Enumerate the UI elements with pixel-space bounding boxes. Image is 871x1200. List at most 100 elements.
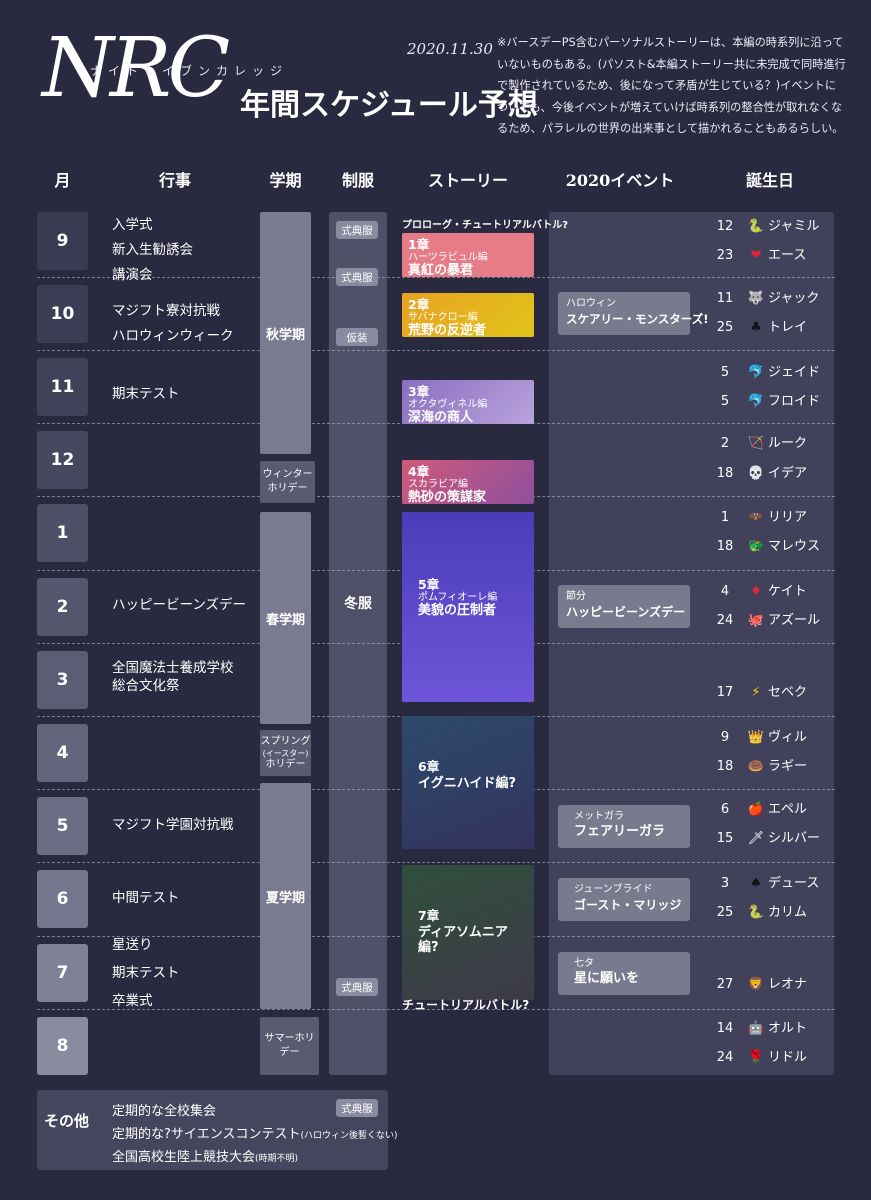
chapter-arc: オクタヴィネル編: [408, 399, 488, 410]
chapter-arc: スカラビア編: [408, 479, 468, 490]
club-icon: ♣: [750, 320, 762, 335]
story-chapter-7: 7章 ディアソムニア編?: [402, 865, 534, 1000]
birthday-name: セベク: [768, 685, 808, 700]
bat-icon: 🦇: [747, 510, 765, 525]
event2020-label: メットガラ: [574, 811, 624, 822]
birthday-day: 3: [720, 876, 730, 891]
birthday-name: シルバー: [768, 831, 821, 846]
uniform-winter: 冬服: [344, 596, 372, 612]
story-chapter-2: 2章 サバナクロー編 荒野の反逆者: [402, 293, 534, 338]
birthday-day: 1: [720, 510, 730, 525]
other-item-athletics: 全国高校生陸上競技大会(時期不明): [112, 1146, 298, 1165]
uniform-badge-ceremony: 式典服: [336, 221, 378, 239]
birthday-name: デュース: [768, 876, 820, 891]
dolphin-icon: 🐬: [747, 394, 765, 409]
birthday-item: 2 🏹 ルーク: [712, 436, 807, 452]
birthday-item: 23 ❤ エース: [712, 248, 807, 264]
birthday-item: 11 🐺 ジャック: [712, 291, 820, 307]
birthday-name: トレイ: [768, 320, 808, 335]
birthday-day: 6: [720, 802, 730, 817]
birthday-name: ラギー: [768, 759, 808, 774]
birthday-name: イデア: [768, 466, 808, 481]
chapter-subtitle: 真紅の暴君: [408, 263, 474, 278]
event2020-label: 七タ: [574, 958, 594, 969]
term-summer-holiday: サマーホリデー: [260, 1017, 319, 1075]
birthday-name: ジェイド: [768, 365, 821, 380]
chapter-subtitle: 荒野の反逆者: [408, 323, 487, 338]
birthday-item: 9 👑 ヴィル: [712, 730, 807, 746]
event2020-label: ハロウィン: [566, 298, 616, 309]
other-item-science: 定期的な?サイエンスコンテスト(ハロウィン後暫くない): [112, 1123, 398, 1142]
uniform-badge-ceremony: 式典服: [336, 268, 378, 286]
col-month: 月: [54, 171, 71, 190]
month-5: 5: [37, 797, 88, 855]
uniform-badge-ceremony: 式典服: [336, 1099, 378, 1117]
event2020-title: 星に願いを: [574, 971, 640, 986]
birthday-name: マレウス: [768, 539, 821, 554]
birthday-item: 15 🗡 シルバー: [712, 831, 820, 847]
birthday-day: 18: [716, 539, 734, 554]
chapter-arc: ハーツラビュル編: [408, 252, 488, 263]
event-final-exam-7: 期末テスト: [112, 965, 180, 981]
uniform-badge-costume: 仮装: [336, 328, 378, 346]
event2020-title: スケアリー・モンスターズ!: [566, 312, 709, 326]
birthday-item: 27 🦁 レオナ: [712, 977, 807, 993]
birthday-day: 25: [716, 905, 734, 920]
birthday-name: ジャック: [768, 291, 820, 306]
crown-icon: 👑: [747, 730, 765, 745]
heart-icon: ❤: [750, 248, 762, 263]
birthday-day: 23: [716, 248, 734, 263]
birthday-day: 25: [716, 320, 734, 335]
donut-icon: 🍩: [747, 759, 765, 774]
chapter-arc: ポムフィオーレ編: [418, 592, 498, 603]
event-lecture: 講演会: [112, 267, 153, 283]
chapter-number: 3章: [408, 384, 430, 399]
birthday-day: 12: [716, 219, 734, 234]
birthday-name: ケイト: [768, 584, 807, 599]
skull-icon: 💀: [747, 466, 765, 481]
sword-icon: 🗡: [747, 831, 765, 846]
event2020-tanabata: 七タ 星に願いを: [558, 952, 690, 995]
month-2: 2: [37, 578, 88, 636]
other-label: その他: [44, 1112, 90, 1130]
term-autumn: 秋学期: [260, 212, 311, 454]
story-chapter-3: 3章 オクタヴィネル編 深海の商人: [402, 380, 534, 425]
lightning-icon: ⚡: [751, 685, 761, 700]
birthday-day: 5: [720, 394, 730, 409]
chapter-subtitle: 美貌の圧制者: [418, 603, 497, 618]
term-summer: 夏学期: [260, 783, 311, 1009]
event-club-fair: 新入生勧誘会: [112, 242, 193, 258]
rose-icon: 🌹: [747, 1050, 765, 1065]
birthday-item: 4 ♦ ケイト: [712, 584, 807, 600]
birthday-item: 24 🌹 リドル: [712, 1050, 807, 1066]
birthday-item: 25 🐍 カリム: [712, 905, 807, 921]
event2020-title: ハッピービーンズデー: [566, 605, 686, 619]
event-graduation: 卒業式: [112, 993, 153, 1009]
spring-holiday-label-3: ホリデー: [265, 758, 306, 770]
birthday-day: 18: [716, 466, 734, 481]
event2020-label: 節分: [566, 591, 586, 602]
octopus-icon: 🐙: [747, 613, 765, 628]
event-culture-fest-2: 総合文化祭: [112, 678, 180, 694]
event2020-title: ゴースト・マリッジ: [574, 898, 682, 912]
chapter-number: 1章: [408, 237, 430, 252]
birthday-name: アズール: [768, 613, 821, 628]
event-midterm: 中間テスト: [112, 890, 180, 906]
birthday-name: エース: [768, 248, 807, 263]
birthday-name: レオナ: [768, 977, 808, 992]
logo-ruby: ナイトレイブンカレッジ: [90, 64, 289, 78]
term-spring-holiday: スプリング (イースター) ホリデー: [260, 730, 311, 776]
event2020-title: フェアリーガラ: [574, 824, 666, 839]
story-tutorial: チュートリアルバトル?: [402, 998, 530, 1012]
other-item-assembly: 定期的な全校集会: [112, 1104, 217, 1119]
birthday-name: カリム: [768, 905, 808, 920]
month-1: 1: [37, 504, 88, 562]
birthday-day: 15: [716, 831, 734, 846]
birthday-day: 24: [716, 1050, 734, 1065]
birthday-item: 14 🤖 オルト: [712, 1021, 807, 1037]
other-item-athletics-label: 全国高校生陸上競技大会: [112, 1150, 256, 1165]
event-halloween-week: ハロウィンウィーク: [112, 328, 234, 344]
dragon-icon: 🐲: [747, 539, 765, 554]
birthday-day: 27: [716, 977, 734, 992]
month-3: 3: [37, 651, 88, 709]
